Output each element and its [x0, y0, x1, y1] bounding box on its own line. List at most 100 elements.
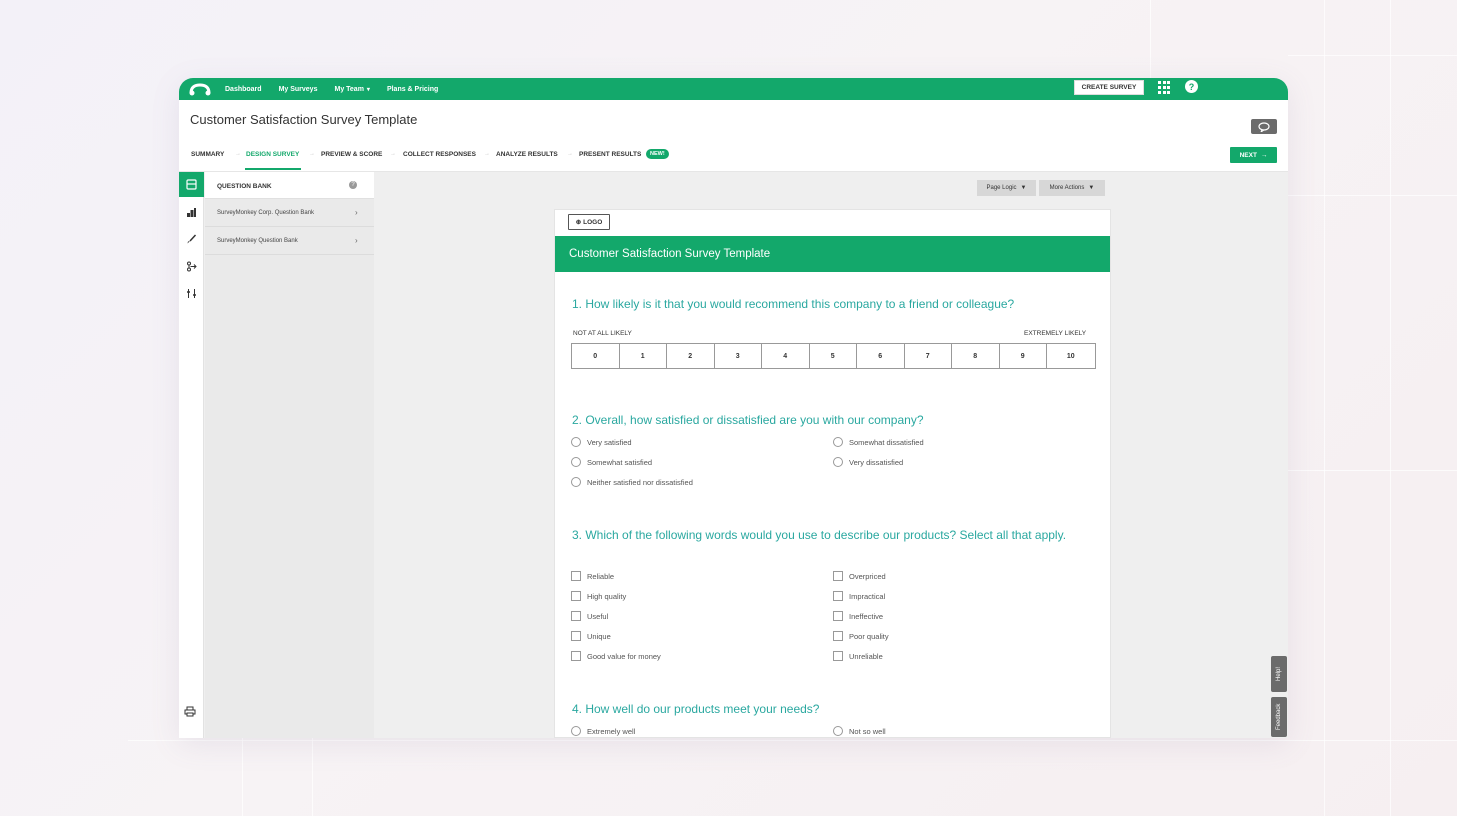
tab-collect-responses[interactable]: COLLECT RESPONSES	[403, 151, 476, 158]
radio-button[interactable]	[571, 457, 581, 467]
option-label: Unreliable	[849, 651, 883, 661]
scale-option[interactable]: 8	[952, 344, 1000, 368]
info-icon[interactable]: ?	[349, 181, 357, 189]
apps-grid-icon[interactable]	[1158, 81, 1171, 94]
question-2-text[interactable]: 2. Overall, how satisfied or dissatisfie…	[572, 411, 1077, 430]
option-label: Somewhat satisfied	[587, 457, 653, 467]
option-label: Overpriced	[849, 571, 886, 581]
survey-title-banner[interactable]: Customer Satisfaction Survey Template	[555, 236, 1110, 272]
radio-button[interactable]	[571, 726, 581, 736]
nav-my-team[interactable]: My Team ▾	[334, 86, 369, 93]
arrow-right-icon: →	[1260, 151, 1268, 159]
checkbox-option[interactable]: High quality	[571, 591, 626, 601]
checkbox-option[interactable]: Poor quality	[833, 631, 889, 641]
print-icon[interactable]	[184, 704, 196, 722]
checkbox[interactable]	[571, 651, 581, 661]
surveymonkey-logo-icon[interactable]	[189, 82, 211, 96]
question-3-text[interactable]: 3. Which of the following words would yo…	[572, 526, 1077, 545]
next-button[interactable]: NEXT →	[1230, 147, 1277, 163]
scale-option[interactable]: 1	[620, 344, 667, 368]
checkbox[interactable]	[833, 571, 843, 581]
checkbox[interactable]	[833, 651, 843, 661]
checkbox[interactable]	[833, 631, 843, 641]
tab-preview-score[interactable]: PREVIEW & SCORE	[321, 151, 382, 158]
radio-option[interactable]: Very satisfied	[571, 437, 632, 447]
question-4-text[interactable]: 4. How well do our products meet your ne…	[572, 700, 1077, 719]
question-bank-item[interactable]: SurveyMonkey Corp. Question Bank ›	[205, 199, 374, 227]
checkbox-option[interactable]: Unique	[571, 631, 611, 641]
tab-analyze-results[interactable]: ANALYZE RESULTS	[496, 151, 558, 158]
panel-title: QUESTION BANK	[217, 183, 272, 190]
radio-button[interactable]	[571, 437, 581, 447]
comment-button[interactable]	[1251, 119, 1277, 134]
style-tool[interactable]	[179, 227, 204, 252]
help-tab[interactable]: Help!	[1271, 656, 1287, 692]
checkbox-option[interactable]: Impractical	[833, 591, 885, 601]
scale-option[interactable]: 4	[762, 344, 810, 368]
nav-plans-pricing[interactable]: Plans & Pricing	[387, 86, 438, 93]
page-logic-dropdown[interactable]: Page Logic ▼	[977, 180, 1036, 196]
option-label: Poor quality	[849, 631, 889, 641]
builder-icon	[187, 208, 196, 217]
more-actions-label: More Actions	[1049, 185, 1085, 191]
question-bank-item[interactable]: SurveyMonkey Question Bank ›	[205, 227, 374, 255]
question-1-text[interactable]: 1. How likely is it that you would recom…	[572, 295, 1077, 314]
caret-down-icon: ▼	[1020, 185, 1027, 191]
radio-button[interactable]	[571, 477, 581, 487]
tab-design-survey[interactable]: DESIGN SURVEY	[246, 151, 299, 158]
scale-option[interactable]: 10	[1047, 344, 1095, 368]
checkbox[interactable]	[571, 631, 581, 641]
tab-summary[interactable]: SUMMARY	[191, 151, 224, 158]
radio-option[interactable]: Extremely well	[571, 726, 635, 736]
tab-present-results[interactable]: PRESENT RESULTS	[579, 151, 641, 158]
scale-option[interactable]: 6	[857, 344, 905, 368]
scale-option[interactable]: 0	[572, 344, 620, 368]
scale-option[interactable]: 9	[1000, 344, 1047, 368]
radio-option[interactable]: Neither satisfied nor dissatisfied	[571, 477, 693, 487]
nav-my-surveys[interactable]: My Surveys	[279, 86, 318, 93]
scale-low-label: NOT AT ALL LIKELY	[573, 330, 632, 337]
logo-button-label: LOGO	[583, 218, 603, 226]
chevron-down-icon: ▾	[366, 86, 370, 93]
checkbox-option[interactable]: Overpriced	[833, 571, 886, 581]
speech-bubble-icon	[1258, 121, 1270, 132]
logic-tool[interactable]	[179, 254, 204, 279]
checkbox-option[interactable]: Ineffective	[833, 611, 883, 621]
builder-tool[interactable]	[179, 200, 204, 225]
radio-option[interactable]: Somewhat dissatisfied	[833, 437, 924, 447]
nav-dashboard[interactable]: Dashboard	[225, 86, 262, 93]
add-logo-button[interactable]: ⊕ LOGO	[568, 214, 610, 230]
radio-button[interactable]	[833, 457, 843, 467]
checkbox-option[interactable]: Unreliable	[833, 651, 883, 661]
question-bank-tool[interactable]	[179, 172, 204, 197]
checkbox[interactable]	[571, 611, 581, 621]
radio-option[interactable]: Very dissatisfied	[833, 457, 903, 467]
scale-option[interactable]: 7	[905, 344, 952, 368]
radio-button[interactable]	[833, 437, 843, 447]
more-actions-dropdown[interactable]: More Actions ▼	[1039, 180, 1105, 196]
feedback-tab[interactable]: Feedback	[1271, 697, 1287, 737]
checkbox[interactable]	[571, 571, 581, 581]
radio-button[interactable]	[833, 726, 843, 736]
checkbox-option[interactable]: Reliable	[571, 571, 614, 581]
plus-circle-icon: ⊕	[575, 219, 582, 226]
option-label: Good value for money	[587, 651, 661, 661]
tool-icon-bar	[179, 172, 204, 738]
help-icon[interactable]: ?	[1185, 80, 1198, 93]
checkbox[interactable]	[833, 591, 843, 601]
checkbox[interactable]	[833, 611, 843, 621]
page-logic-label: Page Logic	[986, 185, 1017, 191]
panel-header: QUESTION BANK ?	[205, 172, 374, 199]
checkbox-option[interactable]: Good value for money	[571, 651, 661, 661]
checkbox-option[interactable]: Useful	[571, 611, 608, 621]
scale-option[interactable]: 5	[810, 344, 857, 368]
top-navigation: Dashboard My Surveys My Team ▾ Plans & Pr…	[179, 78, 1288, 100]
scale-option[interactable]: 2	[667, 344, 715, 368]
scale-option[interactable]: 3	[715, 344, 762, 368]
options-tool[interactable]	[179, 281, 204, 306]
tab-separator: →	[235, 151, 241, 157]
checkbox[interactable]	[571, 591, 581, 601]
radio-option[interactable]: Not so well	[833, 726, 886, 736]
radio-option[interactable]: Somewhat satisfied	[571, 457, 652, 467]
create-survey-button[interactable]: CREATE SURVEY	[1074, 80, 1144, 95]
